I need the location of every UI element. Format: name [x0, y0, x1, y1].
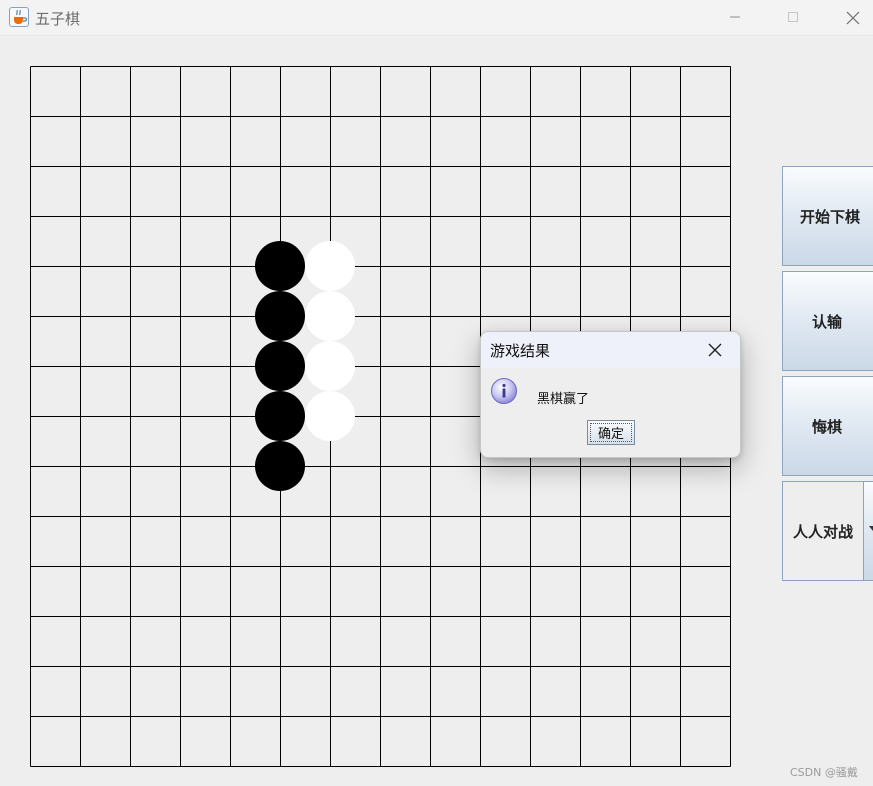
- dialog-title: 游戏结果: [490, 342, 551, 360]
- maximize-icon: [788, 12, 798, 22]
- white-stone: [305, 291, 355, 341]
- ok-button[interactable]: 确定: [587, 420, 635, 445]
- game-mode-value: 人人对战: [792, 522, 853, 541]
- chevron-down-icon: [869, 526, 873, 531]
- white-stone: [305, 341, 355, 391]
- window-title: 五子棋: [35, 10, 81, 28]
- window-titlebar: 五子棋: [0, 0, 873, 36]
- black-stone: [255, 291, 305, 341]
- white-stone: [305, 241, 355, 291]
- black-stone: [255, 241, 305, 291]
- game-mode-select[interactable]: 人人对战: [782, 481, 873, 581]
- dialog-close-icon[interactable]: [705, 340, 725, 360]
- game-result-dialog: 游戏结果 黑棋赢了 确定: [480, 331, 741, 458]
- minimize-button[interactable]: [712, 0, 758, 34]
- watermark: CSDN @骚戴: [790, 766, 858, 779]
- black-stone: [255, 441, 305, 491]
- start-game-button[interactable]: 开始下棋: [782, 166, 873, 266]
- dialog-message: 黑棋赢了: [537, 392, 590, 407]
- black-stone: [255, 391, 305, 441]
- white-stone: [305, 391, 355, 441]
- close-button[interactable]: [829, 0, 873, 34]
- minimize-icon: [730, 16, 740, 18]
- dropdown-arrow-button[interactable]: [863, 482, 873, 580]
- close-icon: [846, 11, 860, 25]
- java-cup-icon: [9, 7, 29, 27]
- dialog-titlebar: 游戏结果: [481, 332, 740, 368]
- info-icon: [491, 378, 517, 404]
- black-stone: [255, 341, 305, 391]
- maximize-button[interactable]: [770, 0, 816, 34]
- resign-button[interactable]: 认输: [782, 271, 873, 371]
- undo-move-button[interactable]: 悔棋: [782, 376, 873, 476]
